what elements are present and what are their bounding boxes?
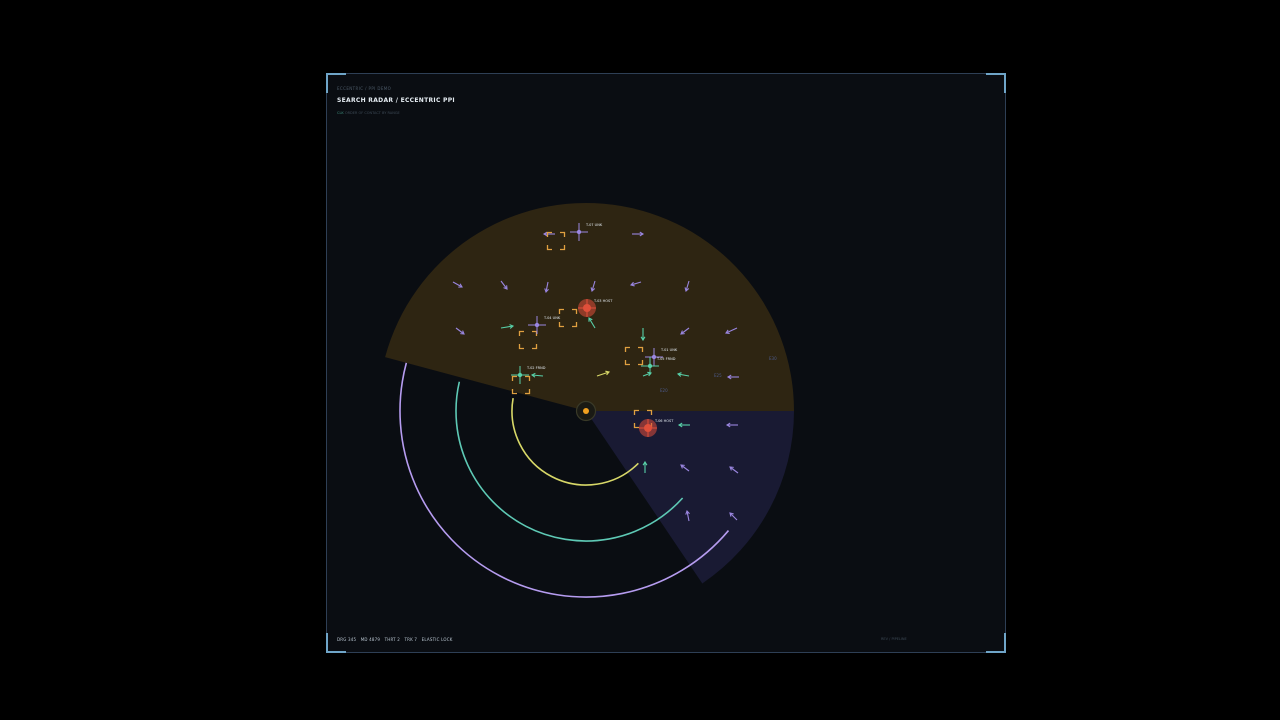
own-ship-marker — [575, 400, 597, 422]
footer-right: REV / PIPELINE — [881, 637, 907, 641]
status-thrt: THRT 2 — [384, 637, 401, 642]
status-drg: DRG 345 — [337, 637, 357, 642]
contact-label: T-01 UNK — [660, 348, 678, 352]
status-md: MD 4879 — [360, 637, 381, 642]
contact-label: T-03 HOST — [593, 299, 613, 303]
contact-label: T-06 HOST — [654, 419, 674, 423]
sector-label-a: E30 — [769, 356, 777, 361]
contact-label: T-07 UNK — [585, 223, 603, 227]
sector-label-b: E25 — [714, 373, 722, 378]
contact-label: T-02 FRND — [526, 366, 546, 370]
footer-status: DRG 345 MD 4879 THRT 2 TRK 7 ELASTIC LOC… — [337, 637, 456, 642]
radar-scope[interactable]: T-07 UNK T-03 HOST T-04 UNK T-01 UNK T-02 FR… — [327, 74, 1007, 654]
contact-label: T-04 UNK — [543, 316, 561, 320]
radar-sectors — [385, 203, 794, 584]
sector-cool — [586, 411, 794, 584]
radar-panel: ECCENTRIC / PPI DEMO SEARCH RADAR / ECCE… — [326, 73, 1006, 653]
contact-label: T-05 FRND — [656, 357, 676, 361]
status-trk: TRK 7 — [404, 637, 418, 642]
sector-label-c: E20 — [660, 388, 668, 393]
status-lock: ELASTIC LOCK — [421, 637, 453, 642]
